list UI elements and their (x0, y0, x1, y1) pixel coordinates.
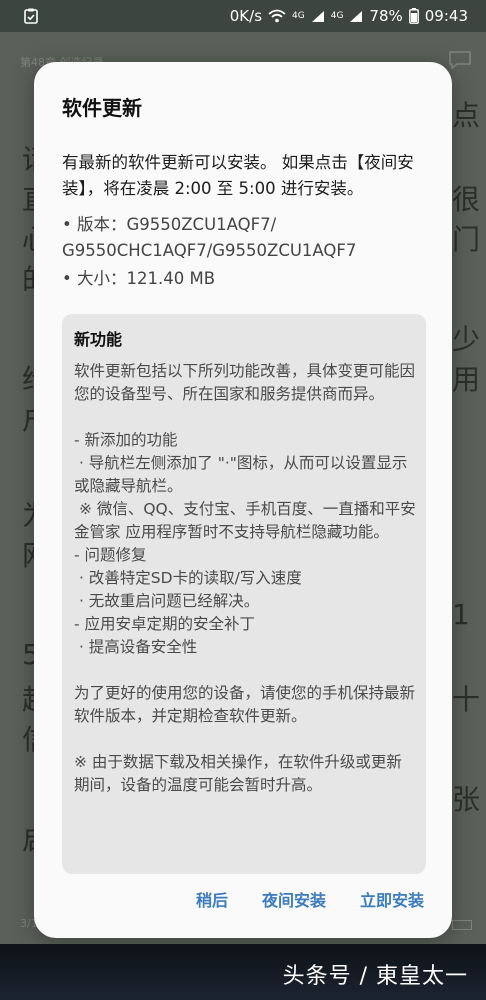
later-button[interactable]: 稍后 (196, 887, 228, 911)
dialog-body: 有最新的软件更新可以安装。 如果点击【夜间安装】，将在凌晨 2:00 至 5:0… (62, 150, 432, 292)
watermark: 头条号 / 東皇太一 (282, 964, 468, 989)
net-speed: 0K/s (229, 7, 263, 25)
signal-icon-2 (349, 10, 363, 23)
software-update-dialog: 软件更新 有最新的软件更新可以安装。 如果点击【夜间安装】，将在凌晨 2:00 … (34, 62, 452, 938)
bottom-bar: 头条号 / 東皇太一 (0, 944, 486, 1000)
network-4g-label: 4G (292, 11, 305, 21)
clock: 09:43 (424, 7, 468, 25)
version-value: G9550CHC1AQF7/G9550ZCU1AQF7 (62, 241, 357, 260)
battery-icon (408, 8, 419, 24)
reader-right-char: 门 (452, 223, 481, 256)
network-4g-label-2: 4G (330, 11, 344, 21)
battery-percent: 78% (369, 7, 403, 25)
features-title: 新功能 (74, 330, 123, 349)
reader-right-char: 1 (452, 598, 470, 631)
update-meta: • 版本：G9550ZCU1AQF7/ G9550CHC1AQF7/G9550Z… (62, 212, 432, 292)
install-now-button[interactable]: 立即安装 (360, 887, 424, 911)
clipboard-check-icon (24, 8, 38, 24)
reader-right-char: 张 (452, 783, 481, 816)
features-panel[interactable]: 新功能 软件更新包括以下所列功能改善，具体变更可能因您的设备型号、所在国家和服务… (62, 314, 426, 874)
version-info: • 版本：G9550ZCU1AQF7/ G9550CHC1AQF7/G9550Z… (62, 212, 432, 264)
dialog-title: 软件更新 (62, 96, 142, 120)
night-install-button[interactable]: 夜间安装 (262, 887, 326, 911)
reader-right-char: 用 (452, 363, 481, 396)
update-intro: 有最新的软件更新可以安装。 如果点击【夜间安装】，将在凌晨 2:00 至 5:0… (62, 153, 414, 198)
reader-right-char: 少 (452, 323, 481, 356)
dialog-actions: 稍后 夜间安装 立即安装 (34, 884, 452, 914)
reader-battery-icon (452, 920, 472, 930)
signal-icon (311, 10, 325, 23)
wifi-icon (268, 9, 286, 23)
size-info: • 大小：121.40 MB (62, 269, 216, 288)
status-bar: 0K/s 4G 4G 78% 09:43 (0, 0, 486, 32)
version-label: • 版本：G9550ZCU1AQF7/ (62, 215, 277, 234)
features-text: 软件更新包括以下所列功能改善，具体变更可能因您的设备型号、所在国家和服务提供商而… (74, 362, 416, 794)
reader-right-char: 很 (452, 183, 481, 216)
reader-right-char: 点 (452, 99, 481, 132)
reader-right-char: 十 (452, 683, 481, 716)
comment-icon[interactable] (448, 50, 472, 70)
